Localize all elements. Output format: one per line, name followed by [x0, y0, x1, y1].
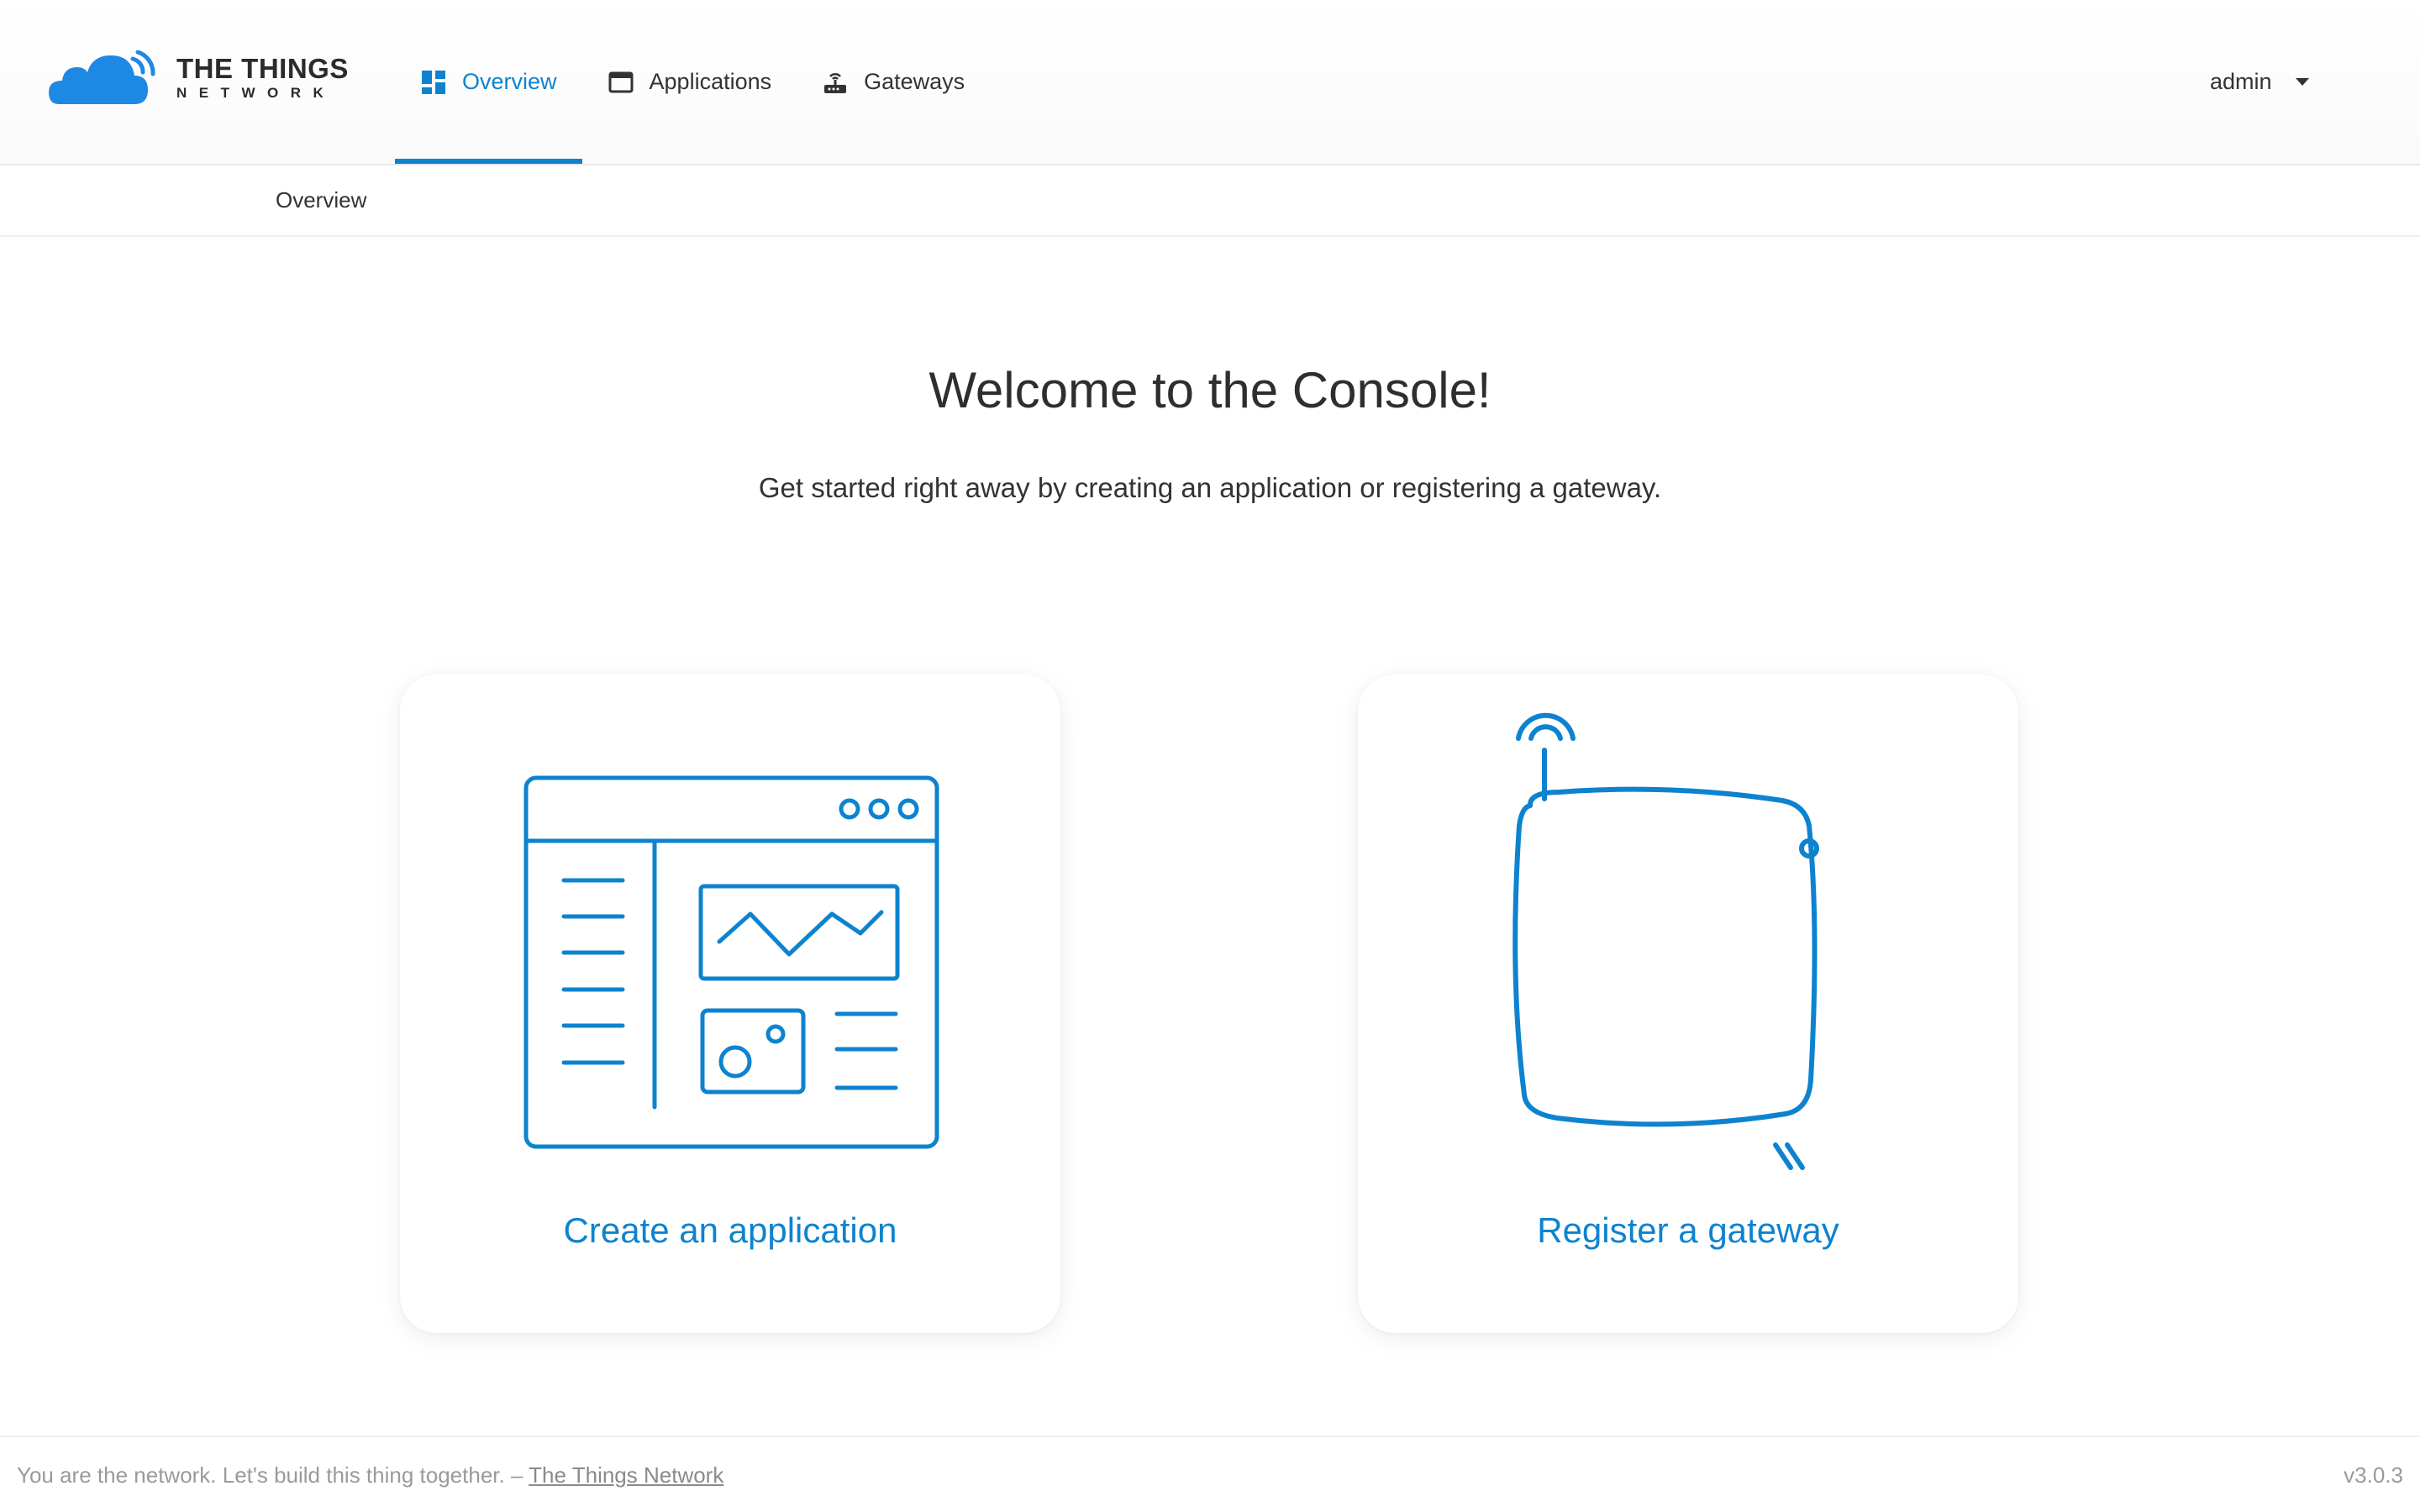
footer-tagline: You are the network. Let's build this th…: [17, 1462, 529, 1488]
footer: You are the network. Let's build this th…: [0, 1436, 2420, 1512]
footer-text: You are the network. Let's build this th…: [17, 1462, 723, 1488]
breadcrumb: Overview: [276, 165, 366, 235]
top-header: THE THINGS NETWORK Overview Applications…: [0, 0, 2420, 165]
nav-applications-label: Applications: [649, 69, 772, 94]
nav-overview-label: Overview: [462, 69, 557, 94]
dashboard-icon: [420, 69, 447, 96]
register-gateway-card[interactable]: Register a gateway: [1358, 675, 2018, 1333]
ttn-logo[interactable]: THE THINGS NETWORK: [49, 49, 349, 108]
router-icon: [822, 69, 849, 96]
logo-subtitle: NETWORK: [176, 85, 336, 101]
user-name: admin: [2210, 69, 2272, 94]
user-menu[interactable]: admin: [2210, 0, 2309, 164]
version-label: v3.0.3: [2344, 1462, 2403, 1488]
nav-applications[interactable]: Applications: [582, 0, 797, 164]
register-gateway-label[interactable]: Register a gateway: [1358, 1210, 2018, 1251]
nav-overview[interactable]: Overview: [395, 0, 582, 164]
window-icon: [608, 69, 634, 96]
nav-gateways-label: Gateways: [864, 69, 965, 94]
gateway-illustration-icon: [1512, 712, 1819, 1170]
logo-title: THE THINGS: [176, 53, 349, 84]
nav-gateways[interactable]: Gateways: [797, 0, 990, 164]
page-subtitle: Get started right away by creating an ap…: [758, 472, 1662, 503]
breadcrumb-bar: Overview: [0, 165, 2420, 237]
create-application-label[interactable]: Create an application: [400, 1210, 1060, 1251]
breadcrumb-item-overview[interactable]: Overview: [276, 187, 366, 213]
cloud-logo-icon: [49, 50, 155, 104]
page-title: Welcome to the Console!: [929, 362, 1491, 418]
footer-ttn-link[interactable]: The Things Network: [529, 1462, 723, 1488]
application-illustration-icon: [523, 775, 939, 1149]
caret-down-icon: [2295, 78, 2309, 86]
main-nav: Overview Applications Gateways: [395, 0, 990, 164]
create-application-card[interactable]: Create an application: [400, 675, 1060, 1333]
